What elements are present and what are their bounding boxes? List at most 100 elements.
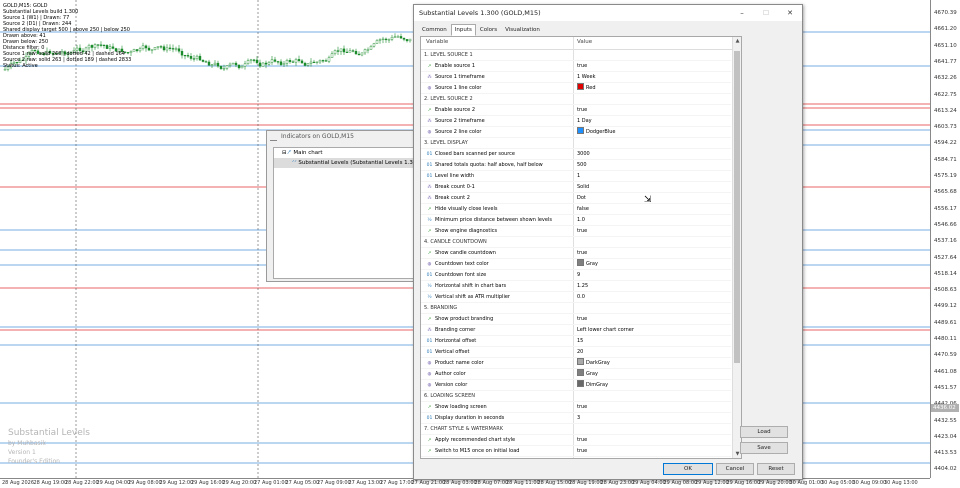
inputs-row[interactable]: ◍ Product name color DarkGray bbox=[421, 358, 731, 369]
tab-visualization[interactable]: Visualization bbox=[501, 24, 544, 36]
dialog-title-bar[interactable]: Substantial Levels 1.300 (GOLD,M15) – ☐ … bbox=[414, 5, 802, 21]
indicators-list[interactable]: ⊟ ⁄ᐟ Main chart ᐟᐟ Substantial Levels (S… bbox=[273, 147, 422, 279]
inputs-row[interactable]: ½ Vertical shift as ATR multiplier 0.0 bbox=[421, 292, 731, 303]
indicators-item[interactable]: ᐟᐟ Substantial Levels (Substantial Level… bbox=[274, 158, 422, 168]
close-icon[interactable]: ✕ bbox=[784, 8, 796, 18]
inputs-row[interactable]: ⁂ Branding corner Left lower chart corner bbox=[421, 325, 731, 336]
header-value[interactable]: Value bbox=[577, 39, 592, 45]
input-value-cell[interactable]: true bbox=[577, 457, 587, 458]
inputs-scrollbar[interactable]: ▲ ▼ bbox=[732, 37, 741, 458]
indicators-dialog-title: Indicators on GOLD,M15 bbox=[267, 131, 415, 143]
inputs-row[interactable]: 01 Level line width 1 bbox=[421, 171, 731, 182]
input-value-text: 3 bbox=[577, 415, 581, 421]
inputs-row[interactable]: ◍ Author color Gray bbox=[421, 369, 731, 380]
input-value-cell[interactable]: 0.0 bbox=[577, 292, 585, 302]
indicators-main-chart[interactable]: ⊟ ⁄ᐟ Main chart bbox=[274, 148, 416, 158]
ok-button[interactable]: OK bbox=[663, 463, 713, 475]
inputs-row[interactable]: ⁂ Break count 0-1 Solid bbox=[421, 182, 731, 193]
save-button[interactable]: Save bbox=[740, 442, 788, 454]
inputs-row[interactable]: ↗ Show candle countdown true bbox=[421, 248, 731, 259]
inputs-row[interactable]: ◍ Source 2 line color DodgerBlue bbox=[421, 127, 731, 138]
integer-icon: 01 bbox=[426, 416, 433, 421]
input-value-cell[interactable]: true bbox=[577, 226, 587, 236]
input-value-cell[interactable]: true bbox=[577, 61, 587, 71]
tab-common[interactable]: Common bbox=[418, 24, 451, 36]
cancel-button[interactable]: Cancel bbox=[716, 463, 754, 475]
inputs-row[interactable]: 01 Closed bars scanned per source 3000 bbox=[421, 149, 731, 160]
input-value-cell[interactable]: true bbox=[577, 446, 587, 456]
price-tick-label: 4556.17 bbox=[934, 205, 957, 212]
input-value-cell[interactable]: 1.25 bbox=[577, 281, 588, 291]
input-value-cell[interactable]: Gray bbox=[577, 259, 598, 269]
inputs-row[interactable]: ↗ Enable source 1 true bbox=[421, 61, 731, 72]
inputs-row[interactable]: ↗ Hide visually close levels false bbox=[421, 204, 731, 215]
input-value-cell[interactable]: true bbox=[577, 314, 587, 324]
input-value-cell[interactable]: 1.0 bbox=[577, 215, 585, 225]
input-value-cell[interactable]: Red bbox=[577, 83, 596, 93]
input-value-cell[interactable]: true bbox=[577, 248, 587, 258]
input-value-cell[interactable]: 3 bbox=[577, 413, 580, 423]
inputs-row[interactable]: 01 Vertical offset 20 bbox=[421, 347, 731, 358]
inputs-row[interactable]: ↗ Apply recommended chart style true bbox=[421, 435, 731, 446]
inputs-row[interactable]: ◍ Countdown text color Gray bbox=[421, 259, 731, 270]
input-value-cell[interactable]: 1 Week bbox=[577, 72, 595, 82]
input-value-cell[interactable]: true bbox=[577, 105, 587, 115]
price-axis[interactable]: 4670.39 4661.20 4651.10 4641.77 4632.26 4622.… bbox=[930, 0, 960, 478]
inputs-row[interactable]: ↗ Show engine diagnostics true bbox=[421, 226, 731, 237]
input-value-cell[interactable]: 20 bbox=[577, 347, 583, 357]
input-value-cell[interactable]: DimGray bbox=[577, 380, 608, 390]
input-value-cell[interactable]: 1 Day bbox=[577, 116, 592, 126]
inputs-row[interactable]: ⁂ Source 1 timeframe 1 Week bbox=[421, 72, 731, 83]
input-value-cell[interactable]: Solid bbox=[577, 182, 589, 192]
input-value-cell[interactable]: Gray bbox=[577, 369, 598, 379]
minimize-icon[interactable]: – bbox=[736, 8, 748, 18]
input-value-cell[interactable]: DarkGray bbox=[577, 358, 610, 368]
inputs-row[interactable]: 01 Display duration in seconds 3 bbox=[421, 413, 731, 424]
inputs-row[interactable]: ↗Show symbol/timeframe watermark true bbox=[421, 457, 731, 458]
inputs-row[interactable]: 01 Countdown font size 9 bbox=[421, 270, 731, 281]
inputs-table[interactable]: Variable Value 1. LEVEL SOURCE 1 ↗ Enable … bbox=[420, 36, 742, 459]
input-value-cell[interactable]: 500 bbox=[577, 160, 587, 170]
time-tick-label: 28 Aug 11:00 bbox=[506, 480, 540, 486]
input-value-text: 1 Day bbox=[577, 118, 592, 124]
color-icon: ◍ bbox=[427, 86, 432, 91]
input-value-cell[interactable]: true bbox=[577, 435, 587, 445]
inputs-row[interactable]: ⁂ Source 2 timeframe 1 Day bbox=[421, 116, 731, 127]
inputs-row[interactable]: ◍ Version color DimGray bbox=[421, 380, 731, 391]
reset-button[interactable]: Reset bbox=[757, 463, 795, 475]
input-value-cell[interactable]: 15 bbox=[577, 336, 583, 346]
input-value-cell[interactable]: true bbox=[577, 402, 587, 412]
load-button[interactable]: Load bbox=[740, 426, 788, 438]
scroll-up-icon[interactable]: ▲ bbox=[733, 37, 741, 45]
inputs-row[interactable]: ½ Horizontal shift in chart bars 1.25 bbox=[421, 281, 731, 292]
input-value-cell[interactable]: false bbox=[577, 204, 589, 214]
input-value-cell[interactable]: 1 bbox=[577, 171, 580, 181]
candle-body bbox=[396, 36, 400, 38]
inputs-row[interactable]: ⁂ Break count 2 Dot bbox=[421, 193, 731, 204]
indicators-dialog[interactable]: Indicators on GOLD,M15 ⊟ ⁄ᐟ Main chart ᐟ… bbox=[266, 130, 422, 282]
candle-body bbox=[270, 59, 274, 63]
input-value-cell[interactable]: 3000 bbox=[577, 149, 590, 159]
input-value-cell[interactable]: 9 bbox=[577, 270, 580, 280]
input-value-cell[interactable]: Left lower chart corner bbox=[577, 325, 634, 335]
inputs-row[interactable]: ½ Minimum price distance between shown le… bbox=[421, 215, 731, 226]
candle-body bbox=[243, 63, 247, 67]
inputs-row[interactable]: ↗ Show product branding true bbox=[421, 314, 731, 325]
input-name-cell: ◍ Source 1 line color bbox=[426, 83, 571, 94]
header-variable[interactable]: Variable bbox=[426, 39, 448, 45]
input-value-cell[interactable]: DodgerBlue bbox=[577, 127, 615, 137]
inputs-row[interactable]: 01 Shared totals quota: half above, half … bbox=[421, 160, 731, 171]
inputs-row[interactable]: ↗ Switch to M15 once on initial load true bbox=[421, 446, 731, 457]
inputs-row[interactable]: ↗ Enable source 2 true bbox=[421, 105, 731, 116]
tab-inputs[interactable]: Inputs bbox=[450, 24, 476, 36]
tab-colors[interactable]: Colors bbox=[476, 24, 501, 36]
indicator-properties-dialog[interactable]: Substantial Levels 1.300 (GOLD,M15) – ☐ … bbox=[413, 4, 803, 480]
input-name-text: Countdown text color bbox=[435, 261, 489, 267]
inputs-row[interactable]: 01 Horizontal offset 15 bbox=[421, 336, 731, 347]
inputs-row[interactable]: ↗ Show loading screen true bbox=[421, 402, 731, 413]
input-value-cell[interactable]: Dot bbox=[577, 193, 586, 203]
scroll-thumb[interactable] bbox=[734, 51, 740, 363]
candle-body bbox=[288, 60, 292, 62]
input-name-text: Horizontal offset bbox=[435, 338, 477, 344]
inputs-row[interactable]: ◍ Source 1 line color Red bbox=[421, 83, 731, 94]
